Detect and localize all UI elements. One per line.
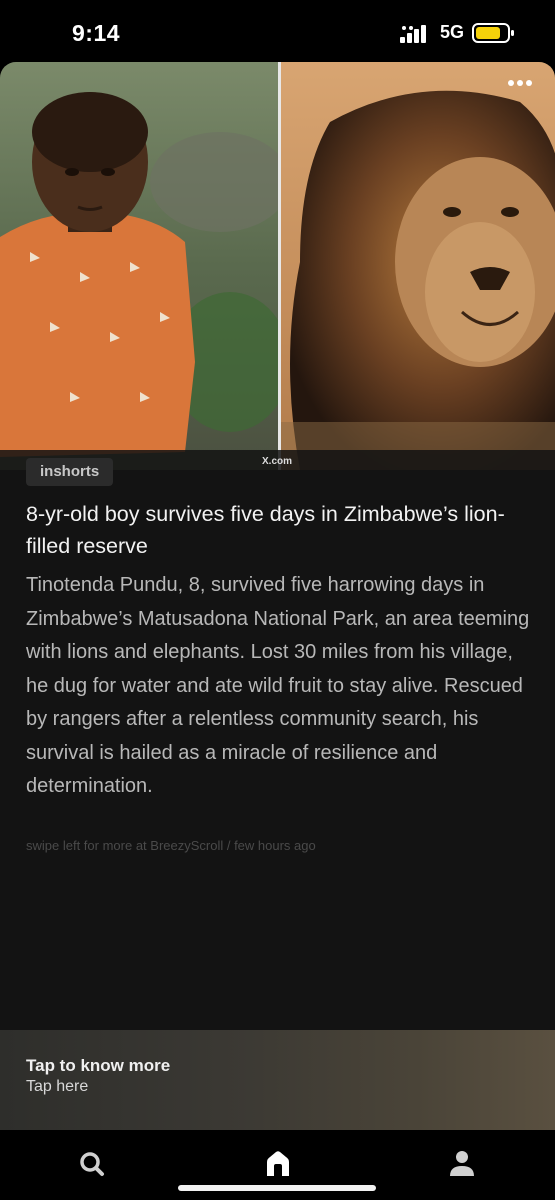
- article-photo-collage: [0, 62, 555, 470]
- home-indicator: [178, 1185, 376, 1191]
- network-label: 5G: [440, 22, 465, 42]
- tap-to-know-more-button[interactable]: Tap to know more Tap here: [0, 1030, 555, 1130]
- search-icon[interactable]: [72, 1144, 112, 1184]
- article-headline: 8-yr-old boy survives five days in Zimba…: [26, 502, 505, 558]
- more-options-icon[interactable]: [507, 78, 533, 88]
- image-watermark: X.com: [262, 456, 293, 467]
- bottom-navigation: [0, 1130, 555, 1200]
- signal-bars-icon: [400, 25, 426, 43]
- article-image[interactable]: X.com: [0, 62, 555, 470]
- article-meta: swipe left for more at BreezyScroll / fe…: [26, 838, 316, 853]
- source-badge: inshorts: [26, 458, 114, 486]
- status-time: 9:14: [72, 20, 121, 46]
- article-summary: Tinotenda Pundu, 8, survived five harrow…: [26, 574, 530, 797]
- status-bar: 9:14 5G: [0, 0, 555, 62]
- battery-low-icon: [472, 23, 514, 43]
- profile-icon[interactable]: [442, 1144, 482, 1184]
- home-icon[interactable]: [258, 1144, 298, 1184]
- cta-subtitle: Tap here: [26, 1078, 89, 1095]
- cta-title: Tap to know more: [26, 1056, 171, 1075]
- screen: 9:14 5G X.com inshorts 8-yr-old boy surv…: [0, 0, 555, 1200]
- news-card[interactable]: X.com inshorts 8-yr-old boy survives fiv…: [0, 62, 555, 1130]
